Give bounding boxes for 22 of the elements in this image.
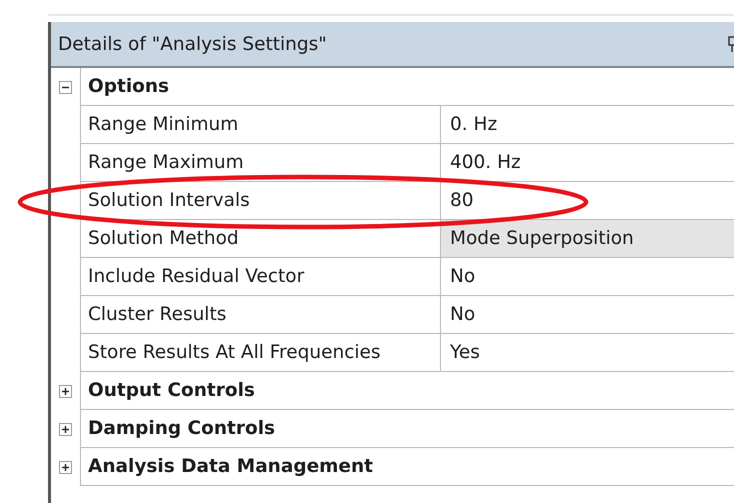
property-label: Range Maximum	[80, 144, 441, 182]
property-label: Cluster Results	[80, 296, 441, 334]
property-label: Solution Intervals	[80, 182, 441, 220]
property-label: Store Results At All Frequencies	[80, 334, 441, 372]
group-header[interactable]: Output Controls	[80, 372, 734, 410]
property-value[interactable]: 400. Hz	[441, 144, 734, 182]
group-header[interactable]: Damping Controls	[80, 410, 734, 448]
property-value[interactable]: No	[441, 296, 734, 334]
expand-icon[interactable]	[59, 422, 72, 436]
property-value[interactable]: Yes	[441, 334, 734, 372]
property-value[interactable]: No	[441, 258, 734, 296]
group-header[interactable]: Options	[80, 68, 734, 106]
property-value[interactable]: Mode Superposition	[441, 220, 734, 258]
collapse-icon[interactable]	[59, 80, 72, 94]
property-label: Solution Method	[80, 220, 441, 258]
panel-title: Details of "Analysis Settings"	[57, 34, 327, 54]
expand-icon[interactable]	[59, 460, 72, 474]
property-label: Include Residual Vector	[80, 258, 441, 296]
expand-icon[interactable]	[59, 384, 72, 398]
property-label: Range Minimum	[80, 106, 441, 144]
property-value[interactable]: 0. Hz	[441, 106, 734, 144]
group-header[interactable]: Analysis Data Management	[80, 448, 734, 486]
